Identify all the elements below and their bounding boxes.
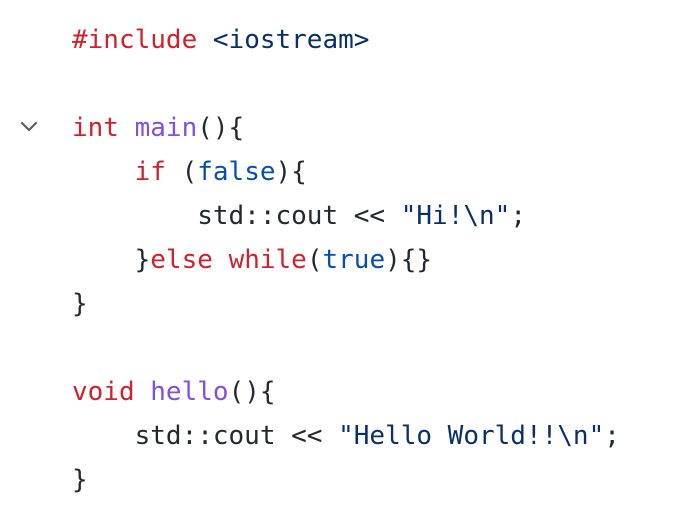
code-token: "Hi!\n" (400, 201, 511, 231)
code-token: main (134, 113, 198, 143)
code-line: void hello(){ (72, 370, 276, 414)
code-token: ; (510, 201, 526, 231)
code-token: true (322, 245, 386, 275)
code-token: if (134, 157, 166, 187)
code-token: ; (604, 421, 620, 451)
code-line: }else while(true){} (72, 238, 432, 282)
code-token: ( (165, 157, 198, 187)
code-token: ( (306, 245, 323, 275)
code-line: std::cout << "Hi!\n"; (72, 194, 526, 238)
code-token: } (72, 245, 151, 275)
code-token: false (197, 157, 276, 187)
code-line: std::cout << "Hello World!!\n"; (72, 414, 620, 458)
code-editor[interactable]: #include <iostream> int main(){ if (false… (0, 0, 678, 510)
code-token: #include (72, 25, 198, 55)
code-line: } (72, 458, 88, 502)
code-line: if (false){ (72, 150, 307, 194)
code-token: hello (150, 377, 229, 407)
code-line: int main(){ (72, 106, 244, 150)
code-token: "Hello World!!\n" (338, 421, 605, 451)
code-token: ){} (385, 245, 433, 275)
code-token: (){ (228, 377, 276, 407)
code-line: } (72, 282, 88, 326)
code-token: else (150, 245, 213, 275)
code-token: } (72, 289, 88, 319)
code-token: <iostream> (197, 25, 370, 55)
code-token: void (72, 377, 135, 407)
code-line: #include <iostream> (72, 18, 369, 62)
code-token: int (72, 113, 119, 143)
code-token: } (72, 465, 88, 495)
code-token: std::cout << (72, 201, 401, 231)
code-token: while (228, 245, 307, 275)
code-token: ){ (275, 157, 307, 187)
code-token: std::cout << (72, 421, 339, 451)
code-token: (){ (197, 113, 245, 143)
chevron-down-icon[interactable] (14, 114, 44, 138)
